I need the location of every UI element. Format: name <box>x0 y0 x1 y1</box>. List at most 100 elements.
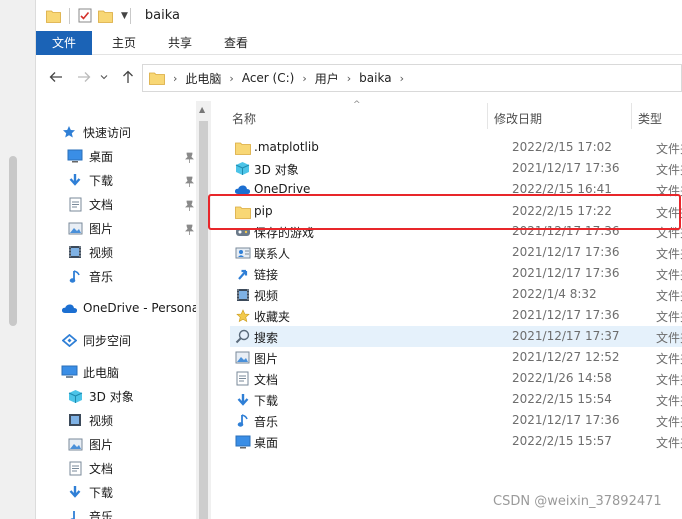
table-row[interactable]: 联系人 2021/12/17 17:36 文件夹 <box>230 242 682 263</box>
file-name[interactable]: .matplotlib <box>254 140 319 154</box>
arrow-right-icon <box>78 72 91 82</box>
column-modified[interactable]: 修改日期 <box>494 110 542 127</box>
nav-item-downloads[interactable]: 下载 <box>66 169 113 191</box>
nav-onedrive[interactable]: OneDrive - Persona <box>60 297 199 319</box>
table-row[interactable]: 图片 2021/12/27 12:52 文件夹 <box>230 347 682 368</box>
nav-label: 3D 对象 <box>89 389 134 404</box>
sort-ascending-icon: ^ <box>353 100 361 110</box>
picture-icon <box>234 349 251 366</box>
column-divider[interactable] <box>487 103 488 129</box>
file-name[interactable]: 联系人 <box>254 245 290 262</box>
file-name[interactable]: pip <box>254 204 273 218</box>
file-name[interactable]: 保存的游戏 <box>254 224 314 241</box>
contacts-icon <box>234 244 251 261</box>
links-icon <box>234 265 251 282</box>
document-icon <box>66 195 84 213</box>
chevron-right-icon: › <box>302 71 307 85</box>
file-name[interactable]: OneDrive <box>254 182 310 196</box>
file-name[interactable]: 链接 <box>254 266 278 283</box>
chevron-down-icon[interactable]: ▼ <box>121 11 128 21</box>
nav-item-pictures[interactable]: 图片 <box>66 217 113 239</box>
nav-label: 下载 <box>89 173 114 188</box>
recent-locations-button[interactable] <box>98 67 110 87</box>
title-bar: ▼ baika <box>36 0 682 31</box>
file-type: 文件夹 <box>656 331 682 345</box>
table-row[interactable]: 3D 对象 2021/12/17 17:36 文件夹 <box>230 158 682 179</box>
tab-home[interactable]: 主页 <box>96 31 152 55</box>
title-separator <box>69 7 70 24</box>
computer-icon <box>60 363 78 381</box>
tab-view[interactable]: 查看 <box>208 31 264 55</box>
scroll-up-icon[interactable]: ▲ <box>199 105 205 114</box>
file-name[interactable]: 搜索 <box>254 329 278 346</box>
file-name[interactable]: 桌面 <box>254 434 278 451</box>
file-name[interactable]: 图片 <box>254 350 278 367</box>
back-button[interactable] <box>46 67 66 87</box>
music-icon <box>66 507 84 519</box>
nav-item-documents[interactable]: 文档 <box>66 457 113 479</box>
nav-quick-access[interactable]: 快速访问 <box>60 121 131 143</box>
nav-item-downloads[interactable]: 下载 <box>66 481 113 503</box>
tab-file[interactable]: 文件 <box>36 31 93 55</box>
search-icon <box>234 328 251 345</box>
table-row[interactable]: 视频 2022/1/4 8:32 文件夹 <box>230 284 682 305</box>
breadcrumb-current[interactable]: baika <box>359 71 391 85</box>
nav-sync-space[interactable]: 同步空间 <box>60 329 131 351</box>
file-type: 文件夹 <box>656 268 682 282</box>
file-name[interactable]: 文档 <box>254 371 278 388</box>
arrow-left-icon <box>49 72 62 82</box>
breadcrumb-drive[interactable]: Acer (C:) <box>242 71 295 85</box>
file-name[interactable]: 收藏夹 <box>254 308 290 325</box>
file-modified-date: 2021/12/17 17:36 <box>512 161 620 175</box>
document-icon <box>66 459 84 477</box>
table-row[interactable]: 桌面 2022/2/15 15:57 文件夹 <box>230 431 682 452</box>
forward-button[interactable] <box>74 67 94 87</box>
nav-label: 图片 <box>89 437 114 452</box>
music-icon <box>66 267 84 285</box>
table-row[interactable]: pip 2022/2/15 17:22 文件夹 <box>230 201 682 222</box>
breadcrumb-users[interactable]: 用户 <box>315 70 339 87</box>
pin-icon[interactable] <box>184 151 194 163</box>
table-row[interactable]: 收藏夹 2021/12/17 17:36 文件夹 <box>230 305 682 326</box>
nav-item-documents[interactable]: 文档 <box>66 193 113 215</box>
file-name[interactable]: 音乐 <box>254 413 278 430</box>
table-row[interactable]: OneDrive 2022/2/15 16:41 文件夹 <box>230 179 682 200</box>
column-type[interactable]: 类型 <box>638 110 662 127</box>
file-name[interactable]: 下载 <box>254 392 278 409</box>
table-row[interactable]: 下载 2022/2/15 15:54 文件夹 <box>230 389 682 410</box>
address-bar[interactable]: › 此电脑 › Acer (C:) › 用户 › baika › <box>142 64 682 92</box>
nav-item-music[interactable]: 音乐 <box>66 265 113 287</box>
pin-icon[interactable] <box>184 199 194 211</box>
pin-icon[interactable] <box>184 223 194 235</box>
music-icon <box>234 412 251 429</box>
table-row[interactable]: .matplotlib 2022/2/15 17:02 文件夹 <box>230 137 682 158</box>
folder-icon <box>149 71 165 85</box>
nav-label: OneDrive - Persona <box>83 301 200 315</box>
nav-item-pictures[interactable]: 图片 <box>66 433 113 455</box>
nav-item-music[interactable]: 音乐 <box>66 505 113 519</box>
table-row[interactable]: 保存的游戏 2021/12/17 17:36 文件夹 <box>230 221 682 242</box>
file-explorer-window: ▼ baika 文件 主页 共享 查看 › 此电脑 › Acer (C:) › … <box>36 0 682 519</box>
properties-icon[interactable] <box>78 8 92 23</box>
nav-item-videos[interactable]: 视频 <box>66 409 113 431</box>
column-name[interactable]: 名称 <box>232 110 256 127</box>
nav-this-pc[interactable]: 此电脑 <box>60 361 119 383</box>
file-name[interactable]: 3D 对象 <box>254 161 299 178</box>
scrollbar-thumb[interactable] <box>199 121 208 519</box>
tab-share[interactable]: 共享 <box>152 31 208 55</box>
new-folder-icon[interactable] <box>98 9 113 23</box>
navigation-scrollbar[interactable]: ▲ <box>196 101 211 519</box>
nav-item-3d-objects[interactable]: 3D 对象 <box>66 385 134 407</box>
up-button[interactable] <box>118 67 138 87</box>
breadcrumb-this-pc[interactable]: 此电脑 <box>185 70 221 87</box>
table-row[interactable]: 文档 2022/1/26 14:58 文件夹 <box>230 368 682 389</box>
nav-item-desktop[interactable]: 桌面 <box>66 145 113 167</box>
file-name[interactable]: 视频 <box>254 287 278 304</box>
ribbon-tabs: 文件 主页 共享 查看 <box>36 31 682 55</box>
table-row[interactable]: 链接 2021/12/17 17:36 文件夹 <box>230 263 682 284</box>
nav-item-videos[interactable]: 视频 <box>66 241 113 263</box>
table-row[interactable]: 音乐 2021/12/17 17:36 文件夹 <box>230 410 682 431</box>
column-divider[interactable] <box>631 103 632 129</box>
table-row[interactable]: 搜索 2021/12/17 17:37 文件夹 <box>230 326 682 347</box>
pin-icon[interactable] <box>184 175 194 187</box>
